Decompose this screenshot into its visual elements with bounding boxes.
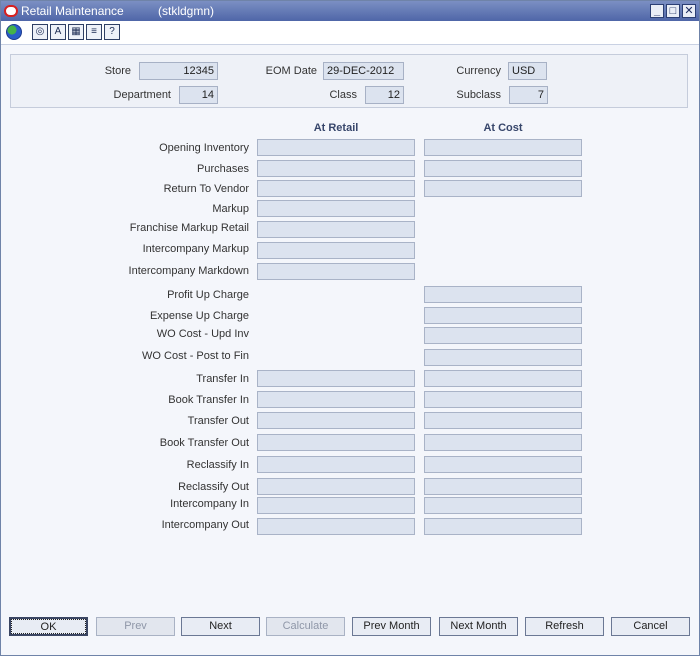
row-label-wo-cost-upd-inv: WO Cost - Upd Inv (156, 328, 249, 340)
window-context: (stkldgmn) (158, 4, 215, 18)
next-button[interactable]: Next (181, 617, 260, 636)
search-icon[interactable]: A (50, 24, 66, 40)
opening-inventory-cost-field[interactable] (424, 139, 582, 156)
toolbar: ◎ A ▦ ≡ ? (1, 21, 699, 45)
row-label-wo-cost-post-to-fin: WO Cost - Post to Fin (142, 350, 249, 362)
row-label-intercompany-markdown: Intercompany Markdown (128, 265, 249, 277)
refresh-button[interactable]: Refresh (525, 617, 604, 636)
book-transfer-out-retail-field[interactable] (257, 434, 415, 451)
store-label: Store (104, 65, 131, 77)
purchases-cost-field[interactable] (424, 160, 582, 177)
transfer-in-retail-field[interactable] (257, 370, 415, 387)
profit-up-charge-cost-field[interactable] (424, 286, 582, 303)
intercompany-in-retail-field[interactable] (257, 497, 415, 514)
column-header-at-cost: At Cost (483, 122, 523, 134)
subclass-label: Subclass (456, 89, 501, 101)
column-header-at-retail: At Retail (313, 122, 359, 134)
row-label-franchise-markup-retail: Franchise Markup Retail (129, 222, 249, 234)
book-transfer-out-cost-field[interactable] (424, 434, 582, 451)
row-label-book-transfer-in: Book Transfer In (168, 394, 249, 406)
purchases-retail-field[interactable] (257, 160, 415, 177)
row-label-intercompany-markup: Intercompany Markup (142, 243, 249, 255)
row-label-intercompany-out: Intercompany Out (161, 519, 249, 531)
return-to-vendor-cost-field[interactable] (424, 180, 582, 197)
row-label-intercompany-in: Intercompany In (170, 498, 249, 510)
franchise-markup-retail-field[interactable] (257, 221, 415, 238)
currency-label: Currency (456, 65, 501, 77)
reclassify-in-cost-field[interactable] (424, 456, 582, 473)
next-month-button[interactable]: Next Month (439, 617, 518, 636)
reclassify-out-retail-field[interactable] (257, 478, 415, 495)
oracle-logo-icon (4, 5, 18, 17)
row-label-markup: Markup (212, 203, 249, 215)
row-label-profit-up-charge: Profit Up Charge (167, 289, 249, 301)
expense-up-charge-cost-field[interactable] (424, 307, 582, 324)
intercompany-in-cost-field[interactable] (424, 497, 582, 514)
row-label-book-transfer-out: Book Transfer Out (159, 437, 249, 449)
opening-inventory-retail-field[interactable] (257, 139, 415, 156)
currency-field: USD (508, 62, 547, 80)
intercompany-out-retail-field[interactable] (257, 518, 415, 535)
calculate-button[interactable]: Calculate (266, 617, 345, 636)
ok-button[interactable]: OK (9, 617, 88, 636)
minimize-icon[interactable]: _ (650, 4, 664, 18)
retail-maintenance-window: Retail Maintenance (stkldgmn) _ □ ✕ ◎ A … (0, 0, 700, 656)
row-label-expense-up-charge: Expense Up Charge (149, 310, 249, 322)
row-label-transfer-in: Transfer In (196, 373, 249, 385)
class-field: 12 (365, 86, 404, 104)
prev-month-button[interactable]: Prev Month (352, 617, 431, 636)
eom-date-field: 29-DEC-2012 (323, 62, 404, 80)
maximize-icon[interactable]: □ (666, 4, 680, 18)
globe-icon[interactable] (6, 24, 22, 40)
eom-date-label: EOM Date (265, 65, 317, 77)
department-field: 14 (179, 86, 218, 104)
book-transfer-in-cost-field[interactable] (424, 391, 582, 408)
title-bar: Retail Maintenance (stkldgmn) _ □ ✕ (1, 1, 699, 21)
transfer-in-cost-field[interactable] (424, 370, 582, 387)
transfer-out-cost-field[interactable] (424, 412, 582, 429)
row-label-reclassify-in: Reclassify In (186, 459, 249, 471)
return-to-vendor-retail-field[interactable] (257, 180, 415, 197)
row-label-transfer-out: Transfer Out (187, 415, 249, 427)
reclassify-in-retail-field[interactable] (257, 456, 415, 473)
window-title: Retail Maintenance (21, 4, 124, 18)
close-icon[interactable]: ✕ (682, 4, 696, 18)
department-label: Department (113, 89, 171, 101)
reclassify-out-cost-field[interactable] (424, 478, 582, 495)
subclass-field: 7 (509, 86, 548, 104)
cancel-button[interactable]: Cancel (611, 617, 690, 636)
prev-button[interactable]: Prev (96, 617, 175, 636)
transfer-out-retail-field[interactable] (257, 412, 415, 429)
wo-cost-post-to-fin-cost-field[interactable] (424, 349, 582, 366)
question-icon[interactable]: ? (104, 24, 120, 40)
intercompany-out-cost-field[interactable] (424, 518, 582, 535)
help-icon[interactable]: ◎ (32, 24, 48, 40)
row-label-return-to-vendor: Return To Vendor (163, 183, 249, 195)
intercompany-markup-retail-field[interactable] (257, 242, 415, 259)
print-icon[interactable]: ≡ (86, 24, 102, 40)
class-label: Class (329, 89, 357, 101)
row-label-opening-inventory: Opening Inventory (159, 142, 249, 154)
markup-retail-field[interactable] (257, 200, 415, 217)
wo-cost-upd-inv-cost-field[interactable] (424, 327, 582, 344)
book-transfer-in-retail-field[interactable] (257, 391, 415, 408)
calendar-icon[interactable]: ▦ (68, 24, 84, 40)
intercompany-markdown-retail-field[interactable] (257, 263, 415, 280)
row-label-purchases: Purchases (197, 163, 249, 175)
store-field: 12345 (139, 62, 218, 80)
row-label-reclassify-out: Reclassify Out (178, 481, 249, 493)
